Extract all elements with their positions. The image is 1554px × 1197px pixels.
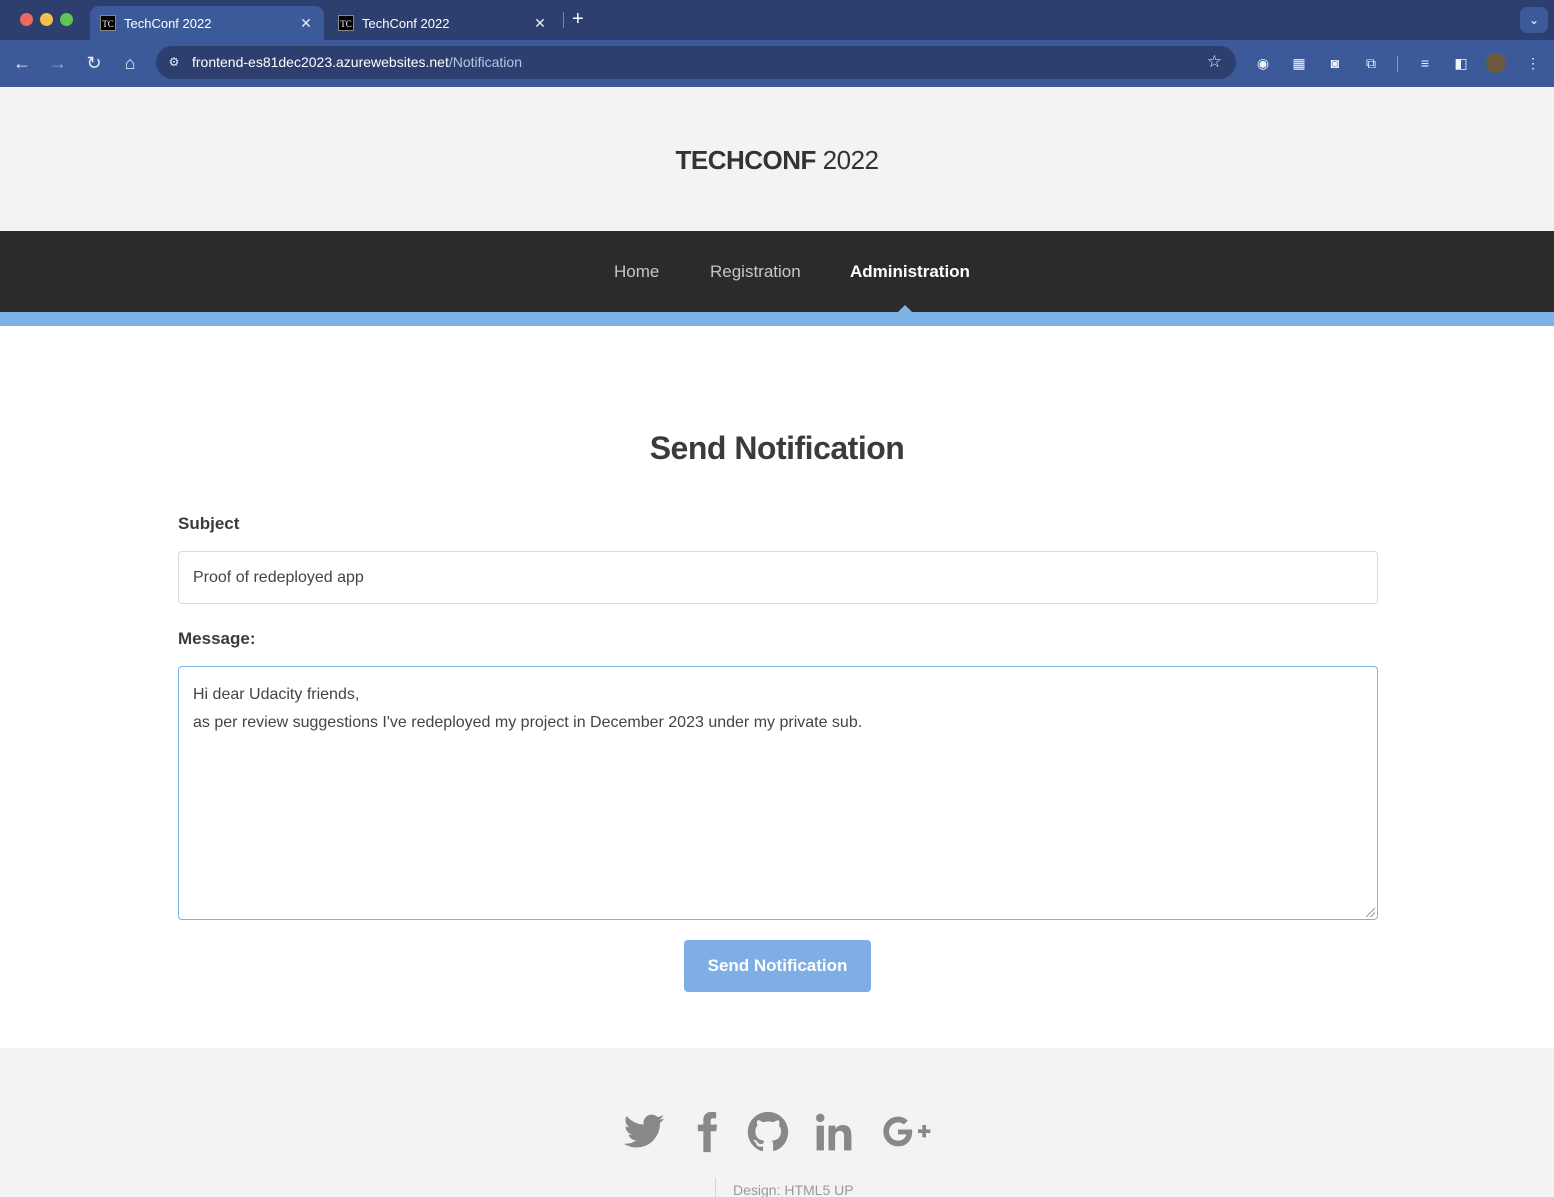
back-icon[interactable]: ← (10, 51, 34, 75)
maximize-window-button[interactable] (60, 13, 73, 26)
site-title[interactable]: TECHCONF 2022 (0, 145, 1554, 176)
browser-tab-strip: TC TechConf 2022 ✕ TC TechConf 2022 ✕ + … (0, 0, 1554, 40)
reload-icon[interactable]: ↻ (82, 51, 106, 75)
message-label: Message: (178, 629, 256, 648)
send-notification-button[interactable]: Send Notification (684, 940, 871, 992)
forward-icon[interactable]: → (46, 51, 70, 75)
reading-list-icon[interactable]: ≡ (1415, 53, 1435, 73)
site-info-icon[interactable]: ⚙ (166, 54, 182, 70)
extension-compass-icon[interactable]: ◉ (1253, 53, 1273, 73)
subject-label: Subject (178, 514, 240, 533)
nav-item-administration[interactable]: Administration (850, 262, 970, 282)
tab-search-icon[interactable]: ⌄ (1520, 7, 1548, 33)
tab-title: TechConf 2022 (362, 15, 450, 31)
site-title-year: 2022 (815, 145, 879, 175)
profile-avatar[interactable] (1486, 53, 1506, 73)
footer-credit[interactable]: Design: HTML5 UP (733, 1182, 854, 1197)
side-panel-icon[interactable]: ◧ (1451, 53, 1471, 73)
toolbar-divider (1397, 56, 1398, 72)
site-header: TECHCONF 2022 (0, 87, 1554, 231)
google-plus-icon[interactable] (882, 1110, 932, 1154)
nav-item-home[interactable]: Home (614, 262, 659, 282)
bookmark-star-icon[interactable]: ☆ (1207, 52, 1222, 72)
browser-tab-active[interactable]: TC TechConf 2022 ✕ (90, 6, 324, 40)
url-path: /Notification (448, 54, 522, 70)
close-tab-icon[interactable]: ✕ (298, 15, 314, 32)
subject-input[interactable] (178, 551, 1378, 604)
active-nav-indicator (898, 305, 912, 312)
favicon-icon: TC (100, 15, 116, 31)
url-text[interactable]: frontend-es81dec2023.azurewebsites.net/N… (192, 54, 522, 70)
browser-tab[interactable]: TC TechConf 2022 ✕ (328, 6, 558, 40)
nav-item-registration[interactable]: Registration (710, 262, 801, 282)
site-title-bold: TECHCONF (675, 145, 816, 175)
textarea-resize-handle[interactable] (1366, 908, 1375, 917)
page-title: Send Notification (649, 430, 905, 466)
extension-camera-icon[interactable]: ◙ (1325, 53, 1345, 73)
github-icon[interactable] (746, 1110, 790, 1154)
footer-divider (715, 1178, 716, 1197)
minimize-window-button[interactable] (40, 13, 53, 26)
extension-puzzle-icon[interactable]: ⧉ (1361, 53, 1381, 73)
address-bar[interactable]: ⚙ frontend-es81dec2023.azurewebsites.net… (156, 46, 1236, 79)
tab-divider (563, 12, 564, 28)
facebook-icon[interactable] (685, 1110, 729, 1154)
close-window-button[interactable] (20, 13, 33, 26)
nav-accent-strip (0, 312, 1554, 326)
browser-toolbar: ← → ↻ ⌂ ⚙ frontend-es81dec2023.azurewebs… (0, 40, 1554, 87)
home-icon[interactable]: ⌂ (118, 51, 142, 75)
menu-icon[interactable]: ⋮ (1523, 53, 1543, 73)
new-tab-icon[interactable]: + (572, 9, 584, 29)
message-textarea[interactable]: Hi dear Udacity friends, as per review s… (178, 666, 1378, 920)
tab-title: TechConf 2022 (124, 15, 212, 31)
close-tab-icon[interactable]: ✕ (532, 15, 548, 32)
twitter-icon[interactable] (622, 1110, 666, 1154)
favicon-icon: TC (338, 15, 354, 31)
extension-film-icon[interactable]: ▦ (1289, 53, 1309, 73)
url-host: frontend-es81dec2023.azurewebsites.net (192, 54, 449, 70)
linkedin-icon[interactable] (812, 1110, 856, 1154)
